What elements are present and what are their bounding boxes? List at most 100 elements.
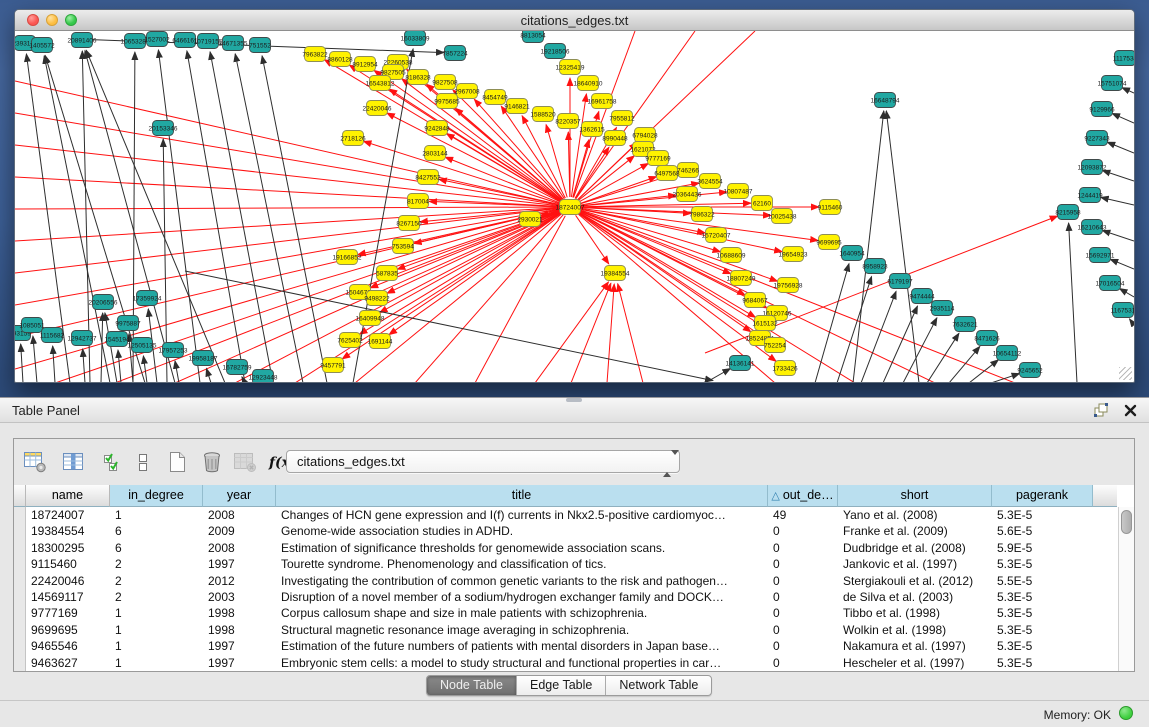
graph-node[interactable]: 9129966 bbox=[1089, 102, 1115, 117]
column-header-pagerank[interactable]: pagerank bbox=[992, 485, 1093, 507]
table-cell-pagerank[interactable]: 5.6E-5 bbox=[992, 523, 1093, 539]
graph-edge[interactable] bbox=[571, 283, 611, 382]
table-cell-pagerank[interactable]: 5.3E-5 bbox=[992, 605, 1093, 621]
graph-node[interactable]: 6794028 bbox=[632, 128, 658, 143]
graph-node[interactable]: 17957253 bbox=[159, 343, 188, 358]
table-cell-name[interactable]: 14569117 bbox=[26, 589, 110, 605]
table-cell-out_degree[interactable]: 0 bbox=[768, 605, 838, 621]
graph-node[interactable]: 19958187 bbox=[189, 351, 218, 366]
graph-edge[interactable] bbox=[86, 50, 225, 382]
graph-node[interactable]: 8186328 bbox=[405, 70, 431, 85]
graph-node[interactable]: 20153346 bbox=[149, 121, 178, 136]
graph-node[interactable]: 19384554 bbox=[601, 266, 630, 281]
graph-node[interactable]: 17359924 bbox=[133, 291, 162, 306]
graph-node[interactable]: 15751074 bbox=[1098, 76, 1127, 91]
graph-node[interactable]: 9474444 bbox=[909, 289, 935, 304]
table-cell-title[interactable]: Estimation of the future numbers of pati… bbox=[276, 638, 768, 654]
graph-node[interactable]: 2935114 bbox=[930, 301, 955, 316]
graph-node[interactable]: 12325419 bbox=[556, 60, 585, 75]
table-cell-title[interactable]: Structural magnetic resonance image aver… bbox=[276, 622, 768, 638]
graph-node[interactable]: 2718126 bbox=[340, 131, 366, 146]
graph-node[interactable]: 2803144 bbox=[422, 146, 448, 161]
table-cell-name[interactable]: 18300295 bbox=[26, 540, 110, 556]
table-cell-name[interactable]: 9699695 bbox=[26, 622, 110, 638]
graph-node[interactable]: 14671355 bbox=[219, 36, 248, 51]
table-cell-in_degree[interactable]: 1 bbox=[110, 507, 203, 523]
table-cell-year[interactable]: 2003 bbox=[203, 589, 276, 605]
graph-node[interactable]: 19166852 bbox=[333, 250, 362, 265]
graph-node[interactable]: 7986322 bbox=[689, 207, 715, 222]
graph-node[interactable]: 15692971 bbox=[1086, 248, 1115, 263]
graph-node[interactable]: 1405572 bbox=[29, 38, 55, 53]
table-cell-year[interactable]: 2008 bbox=[203, 507, 276, 523]
graph-node[interactable]: 1244419 bbox=[1077, 188, 1103, 203]
graph-node[interactable]: 1117534 bbox=[1113, 51, 1134, 66]
network-view-window[interactable]: citations_edges.txt 2393126 1405572 2089… bbox=[14, 9, 1135, 383]
graph-node[interactable]: 9827508 bbox=[432, 75, 458, 90]
graph-node[interactable]: 1085051 bbox=[19, 318, 45, 333]
graph-node[interactable]: 817004 bbox=[407, 194, 429, 209]
graph-node[interactable]: 1640954 bbox=[839, 246, 865, 261]
graph-edge[interactable] bbox=[1069, 223, 1077, 382]
table-row[interactable]: 911546021997Tourette syndrome. Phenomeno… bbox=[14, 556, 1118, 572]
split-divider-handle[interactable] bbox=[566, 398, 582, 402]
table-row[interactable]: 977716911998Corpus callosum shape and si… bbox=[14, 605, 1118, 621]
graph-node[interactable]: 10025438 bbox=[768, 209, 797, 224]
table-cell-pagerank[interactable]: 5.9E-5 bbox=[992, 540, 1093, 556]
graph-node[interactable]: 8454749 bbox=[482, 90, 508, 105]
graph-node[interactable]: 12505135 bbox=[128, 338, 157, 353]
table-cell-short[interactable]: Tibbo et al. (1998) bbox=[838, 605, 992, 621]
graph-node[interactable]: 9975685 bbox=[434, 94, 460, 109]
table-cell-year[interactable]: 1997 bbox=[203, 638, 276, 654]
graph-node[interactable]: 62160 bbox=[752, 196, 773, 211]
table-row[interactable]: 1938455462009Genome-wide association stu… bbox=[14, 523, 1118, 539]
graph-node[interactable]: 7963822 bbox=[302, 47, 328, 62]
graph-node[interactable]: 10654112 bbox=[993, 346, 1022, 361]
tab-edge-table[interactable]: Edge Table bbox=[517, 676, 606, 695]
graph-node[interactable]: 14136141 bbox=[726, 356, 755, 371]
close-panel-icon[interactable] bbox=[1122, 402, 1139, 419]
table-cell-pagerank[interactable]: 5.3E-5 bbox=[992, 556, 1093, 572]
graph-node[interactable]: 8267150 bbox=[396, 216, 422, 231]
table-cell-year[interactable]: 2012 bbox=[203, 573, 276, 589]
table-panel-titlebar[interactable]: Table Panel bbox=[0, 397, 1149, 423]
delete-columns-icon[interactable] bbox=[197, 447, 227, 477]
graph-node[interactable]: 7955812 bbox=[609, 111, 635, 126]
graph-node[interactable]: 15720407 bbox=[702, 228, 731, 243]
graph-node[interactable]: 17016504 bbox=[1096, 276, 1125, 291]
graph-edge[interactable] bbox=[1130, 319, 1135, 325]
column-header-short[interactable]: short bbox=[838, 485, 992, 507]
graph-node[interactable]: 9146821 bbox=[504, 99, 530, 114]
graph-node[interactable]: 1527002 bbox=[144, 32, 170, 47]
graph-node[interactable]: 8215958 bbox=[1055, 205, 1081, 220]
graph-node[interactable]: 16961758 bbox=[588, 94, 617, 109]
graph-node[interactable]: 20891406 bbox=[68, 33, 97, 48]
graph-edge[interactable] bbox=[883, 306, 918, 382]
table-row[interactable]: 1872400712008Changes of HCN gene express… bbox=[14, 507, 1118, 523]
table-cell-year[interactable]: 1997 bbox=[203, 556, 276, 572]
graph-node[interactable]: 2930021 bbox=[517, 212, 543, 227]
table-cell-title[interactable]: Changes of HCN gene expression and I(f) … bbox=[276, 507, 768, 523]
table-cell-pagerank[interactable]: 5.3E-5 bbox=[992, 589, 1093, 605]
graph-node[interactable]: 752254 bbox=[764, 338, 786, 353]
table-cell-name[interactable]: 9777169 bbox=[26, 605, 110, 621]
graph-node[interactable]: 18724007 bbox=[556, 200, 585, 215]
table-row[interactable]: 969969511998Structural magnetic resonanc… bbox=[14, 622, 1118, 638]
table-cell-name[interactable]: 9463627 bbox=[26, 655, 110, 671]
graph-node[interactable]: 7625402 bbox=[337, 333, 363, 348]
table-cell-short[interactable]: Stergiakouli et al. (2012) bbox=[838, 573, 992, 589]
table-cell-out_degree[interactable]: 49 bbox=[768, 507, 838, 523]
table-cell-pagerank[interactable]: 5.3E-5 bbox=[992, 638, 1093, 654]
table-cell-year[interactable]: 1998 bbox=[203, 622, 276, 638]
table-cell-out_degree[interactable]: 0 bbox=[768, 556, 838, 572]
table-cell-name[interactable]: 9115460 bbox=[26, 556, 110, 572]
table-cell-short[interactable]: Yano et al. (2008) bbox=[838, 507, 992, 523]
graph-node[interactable]: 18640910 bbox=[574, 76, 603, 91]
graph-node[interactable]: 9498222 bbox=[364, 291, 390, 306]
table-cell-title[interactable]: Corpus callosum shape and size in male p… bbox=[276, 605, 768, 621]
table-cell-pagerank[interactable]: 5.3E-5 bbox=[992, 655, 1093, 671]
graph-node[interactable]: 1733426 bbox=[772, 361, 798, 376]
table-cell-title[interactable]: Estimation of significance thresholds fo… bbox=[276, 540, 768, 556]
graph-node[interactable]: 9975887 bbox=[115, 316, 141, 331]
table-cell-pagerank[interactable]: 5.3E-5 bbox=[992, 507, 1093, 523]
